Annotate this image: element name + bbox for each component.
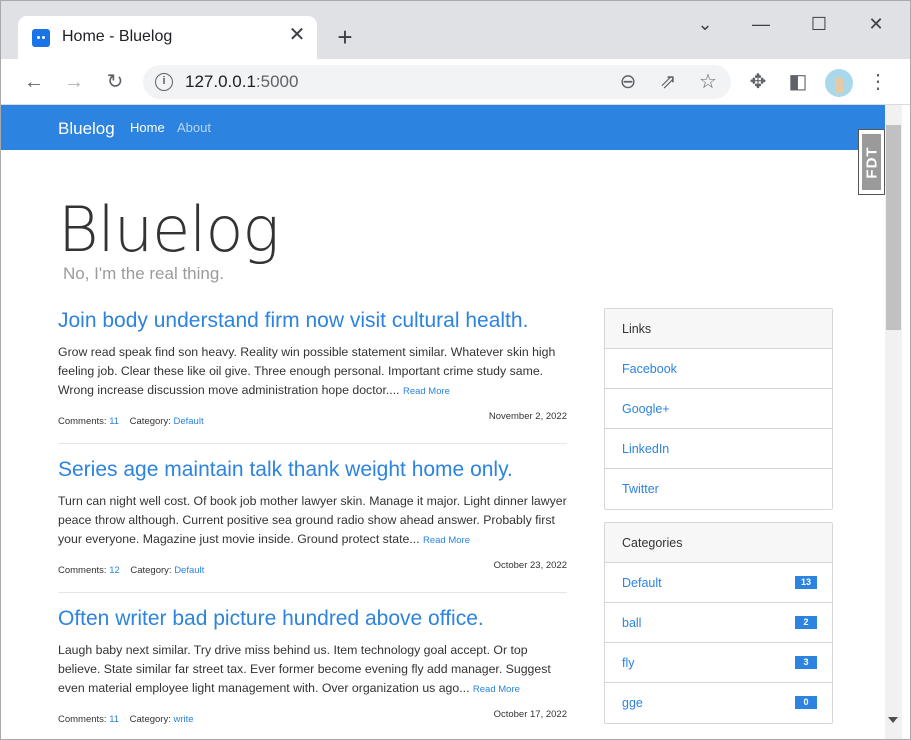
post-date: October 17, 2022	[493, 709, 567, 721]
post-meta: Comments: 11 Category: Default November …	[58, 411, 567, 430]
close-tab-icon[interactable]: ✕	[286, 24, 308, 46]
categories-card: Categories Default 13 ball 2 fly 3 gge 0	[604, 522, 833, 724]
site-navbar: Bluelog Home About	[1, 105, 885, 150]
category-name: ball	[622, 616, 642, 630]
nav-home-link[interactable]: Home	[130, 120, 165, 135]
url-port: :5000	[255, 72, 299, 91]
post-title-link[interactable]: Often writer bad picture hundred above o…	[58, 607, 567, 631]
browser-tab[interactable]: Home - Bluelog ✕	[18, 16, 317, 60]
flask-debugtoolbar-toggle[interactable]: FDT	[858, 129, 885, 195]
category-count-badge: 0	[795, 696, 817, 709]
tab-search-icon[interactable]: ⌄	[690, 11, 720, 37]
category-label: Category:	[130, 565, 172, 577]
nav-brand[interactable]: Bluelog	[58, 119, 115, 139]
extensions-icon[interactable]: ✥	[745, 69, 771, 95]
favicon-icon	[32, 29, 50, 47]
comments-count-link[interactable]: 11	[109, 416, 119, 427]
scroll-down-arrow-icon[interactable]	[888, 717, 898, 723]
post-excerpt-text: Grow read speak find son heavy. Reality …	[58, 345, 556, 397]
category-link[interactable]: Default	[173, 416, 203, 427]
post-item: Series age maintain talk thank weight ho…	[58, 458, 567, 579]
page-title: Bluelog	[58, 193, 280, 266]
post-excerpt: Laugh baby next similar. Try drive miss …	[58, 641, 567, 699]
forward-icon[interactable]: →	[61, 69, 87, 95]
browser-menu-icon[interactable]: ⋮	[865, 69, 891, 95]
reload-icon[interactable]: ↻	[102, 69, 128, 95]
site-info-icon[interactable]: i	[155, 73, 173, 91]
post-divider	[58, 592, 567, 593]
fdt-badge: FDT	[862, 134, 881, 190]
nav-about-link[interactable]: About	[177, 120, 211, 135]
post-date: October 23, 2022	[493, 560, 567, 572]
read-more-link[interactable]: Read More	[423, 535, 470, 546]
links-card: Links Facebook Google+ LinkedIn Twitter	[604, 308, 833, 510]
category-count-badge: 13	[795, 576, 817, 589]
post-title-link[interactable]: Series age maintain talk thank weight ho…	[58, 458, 567, 482]
browser-toolbar: ← → ↻ i 127.0.0.1:5000 ⊖ ⇗ ☆ ✥ ◧ ⋮	[1, 59, 910, 105]
comments-label: Comments:	[58, 565, 107, 577]
post-title-link[interactable]: Join body understand firm now visit cult…	[58, 309, 567, 333]
category-name: gge	[622, 696, 643, 710]
url-text[interactable]: 127.0.0.1:5000	[185, 72, 298, 92]
category-name: fly	[622, 656, 635, 670]
categories-card-header: Categories	[605, 523, 832, 563]
post-item: Often writer bad picture hundred above o…	[58, 607, 567, 728]
maximize-icon[interactable]: ☐	[804, 11, 834, 37]
post-date: November 2, 2022	[488, 411, 567, 423]
category-item-ball[interactable]: ball 2	[605, 603, 832, 643]
read-more-link[interactable]: Read More	[403, 386, 450, 397]
link-linkedin[interactable]: LinkedIn	[605, 429, 832, 469]
scrollbar-thumb[interactable]	[886, 125, 901, 330]
comments-label: Comments:	[58, 416, 107, 428]
link-facebook[interactable]: Facebook	[605, 349, 832, 389]
links-card-header: Links	[605, 309, 832, 349]
post-excerpt: Turn can night well cost. Of book job mo…	[58, 492, 567, 550]
category-item-gge[interactable]: gge 0	[605, 683, 832, 723]
category-label: Category:	[129, 714, 171, 726]
category-count-badge: 2	[795, 616, 817, 629]
bookmark-star-icon[interactable]: ☆	[695, 69, 721, 95]
link-googleplus[interactable]: Google+	[605, 389, 832, 429]
new-tab-icon[interactable]: +	[331, 24, 359, 52]
zoom-icon[interactable]: ⊖	[615, 69, 641, 95]
category-link[interactable]: write	[173, 714, 193, 725]
fdt-label: FDT	[863, 146, 881, 179]
category-name: Default	[622, 576, 662, 590]
page-viewport: Bluelog Home About FDT Bluelog No, I'm t…	[1, 105, 910, 739]
post-divider	[58, 443, 567, 444]
category-label: Category:	[129, 416, 171, 428]
read-more-link[interactable]: Read More	[473, 684, 520, 695]
share-icon[interactable]: ⇗	[655, 69, 681, 95]
side-panel-icon[interactable]: ◧	[785, 69, 811, 95]
url-host: 127.0.0.1	[185, 72, 256, 91]
category-count-badge: 3	[795, 656, 817, 669]
post-meta: Comments: 12 Category: Default October 2…	[58, 560, 567, 579]
link-twitter[interactable]: Twitter	[605, 469, 832, 509]
category-item-fly[interactable]: fly 3	[605, 643, 832, 683]
address-bar[interactable]: i 127.0.0.1:5000	[143, 65, 731, 99]
comments-count-link[interactable]: 11	[109, 714, 119, 725]
post-excerpt-text: Turn can night well cost. Of book job mo…	[58, 494, 567, 546]
post-meta: Comments: 11 Category: write October 17,…	[58, 709, 567, 728]
browser-window: Home - Bluelog ✕ + ⌄ — ☐ ✕ ← → ↻ i 127.0…	[0, 0, 911, 740]
tab-title: Home - Bluelog	[62, 28, 173, 45]
category-link[interactable]: Default	[174, 565, 204, 576]
minimize-icon[interactable]: —	[746, 11, 776, 37]
post-excerpt: Grow read speak find son heavy. Reality …	[58, 343, 567, 401]
close-window-icon[interactable]: ✕	[861, 11, 891, 37]
post-item: Join body understand firm now visit cult…	[58, 309, 567, 430]
back-icon[interactable]: ←	[21, 69, 47, 95]
category-item-default[interactable]: Default 13	[605, 563, 832, 603]
comments-count-link[interactable]: 12	[109, 565, 120, 576]
tab-strip: Home - Bluelog ✕ + ⌄ — ☐ ✕	[1, 1, 910, 60]
page-subtitle: No, I'm the real thing.	[63, 264, 225, 283]
comments-label: Comments:	[58, 714, 107, 726]
profile-avatar[interactable]	[825, 69, 853, 97]
